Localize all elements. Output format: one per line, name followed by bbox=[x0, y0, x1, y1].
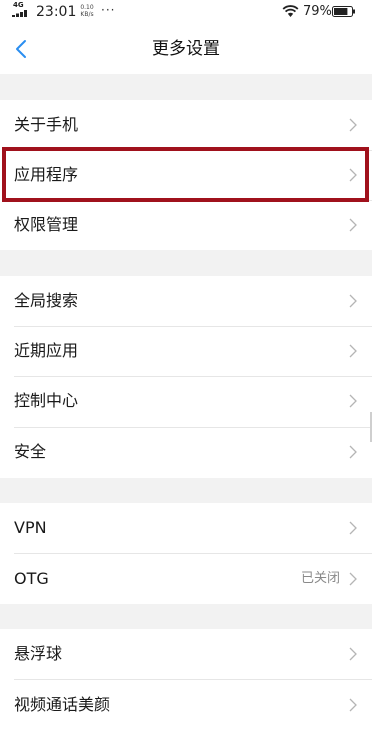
settings-item-label: 控制中心 bbox=[14, 391, 79, 410]
chevron-right-icon bbox=[349, 445, 357, 459]
chevron-right-icon bbox=[349, 572, 357, 586]
settings-item-label: 近期应用 bbox=[14, 341, 79, 360]
network-speed-unit: KB/s bbox=[80, 11, 94, 18]
settings-item-video-call-beauty[interactable]: 视频通话美颜 bbox=[0, 680, 372, 730]
chevron-right-icon bbox=[349, 394, 357, 408]
settings-group-4: 悬浮球 视频通话美颜 bbox=[0, 629, 372, 732]
chevron-right-icon bbox=[349, 698, 357, 712]
page-title: 更多设置 bbox=[152, 39, 220, 59]
chevron-right-icon bbox=[349, 218, 357, 232]
settings-item-status: 已关闭 bbox=[300, 571, 340, 586]
highlight-box bbox=[2, 147, 369, 202]
clock: 23:01 bbox=[36, 4, 77, 20]
battery-icon bbox=[332, 6, 355, 17]
navigation-bar: 更多设置 bbox=[0, 24, 372, 74]
settings-item-global-search[interactable]: 全局搜索 bbox=[0, 276, 372, 326]
chevron-right-icon bbox=[349, 647, 357, 661]
settings-item-floating-ball[interactable]: 悬浮球 bbox=[0, 629, 372, 679]
settings-item-label: 安全 bbox=[14, 442, 47, 461]
settings-item-otg[interactable]: OTG 已关闭 bbox=[0, 554, 372, 604]
settings-item-label: 关于手机 bbox=[14, 115, 79, 134]
wifi-icon bbox=[282, 5, 299, 17]
settings-item-control-center[interactable]: 控制中心 bbox=[0, 376, 372, 426]
settings-item-vpn[interactable]: VPN bbox=[0, 503, 372, 553]
chevron-right-icon bbox=[349, 521, 357, 535]
settings-item-security[interactable]: 安全 bbox=[0, 427, 372, 477]
network-type: 4G bbox=[13, 1, 24, 9]
chevron-right-icon bbox=[349, 344, 357, 358]
settings-group-2: 全局搜索 近期应用 控制中心 安全 bbox=[0, 276, 372, 478]
chevron-right-icon bbox=[349, 294, 357, 308]
settings-group-3: VPN OTG 已关闭 bbox=[0, 503, 372, 604]
settings-item-label: VPN bbox=[14, 518, 47, 537]
settings-item-label: 全局搜索 bbox=[14, 291, 79, 310]
settings-item-label: OTG bbox=[14, 569, 49, 588]
settings-item-permissions[interactable]: 权限管理 bbox=[0, 200, 372, 250]
signal-icon bbox=[12, 10, 27, 17]
network-speed: 0.10 KB/s bbox=[78, 4, 96, 18]
settings-item-recent-apps[interactable]: 近期应用 bbox=[0, 326, 372, 376]
battery-percent: 79% bbox=[303, 4, 332, 19]
status-bar: 4G 23:01 0.10 KB/s ··· 79% bbox=[0, 0, 372, 24]
chevron-right-icon bbox=[349, 118, 357, 132]
settings-item-label: 视频通话美颜 bbox=[14, 695, 111, 714]
overflow-dots: ··· bbox=[101, 3, 116, 17]
network-speed-value: 0.10 bbox=[80, 4, 94, 11]
settings-item-about-phone[interactable]: 关于手机 bbox=[0, 100, 372, 150]
settings-item-label: 悬浮球 bbox=[14, 644, 63, 663]
settings-item-label: 权限管理 bbox=[14, 215, 79, 234]
